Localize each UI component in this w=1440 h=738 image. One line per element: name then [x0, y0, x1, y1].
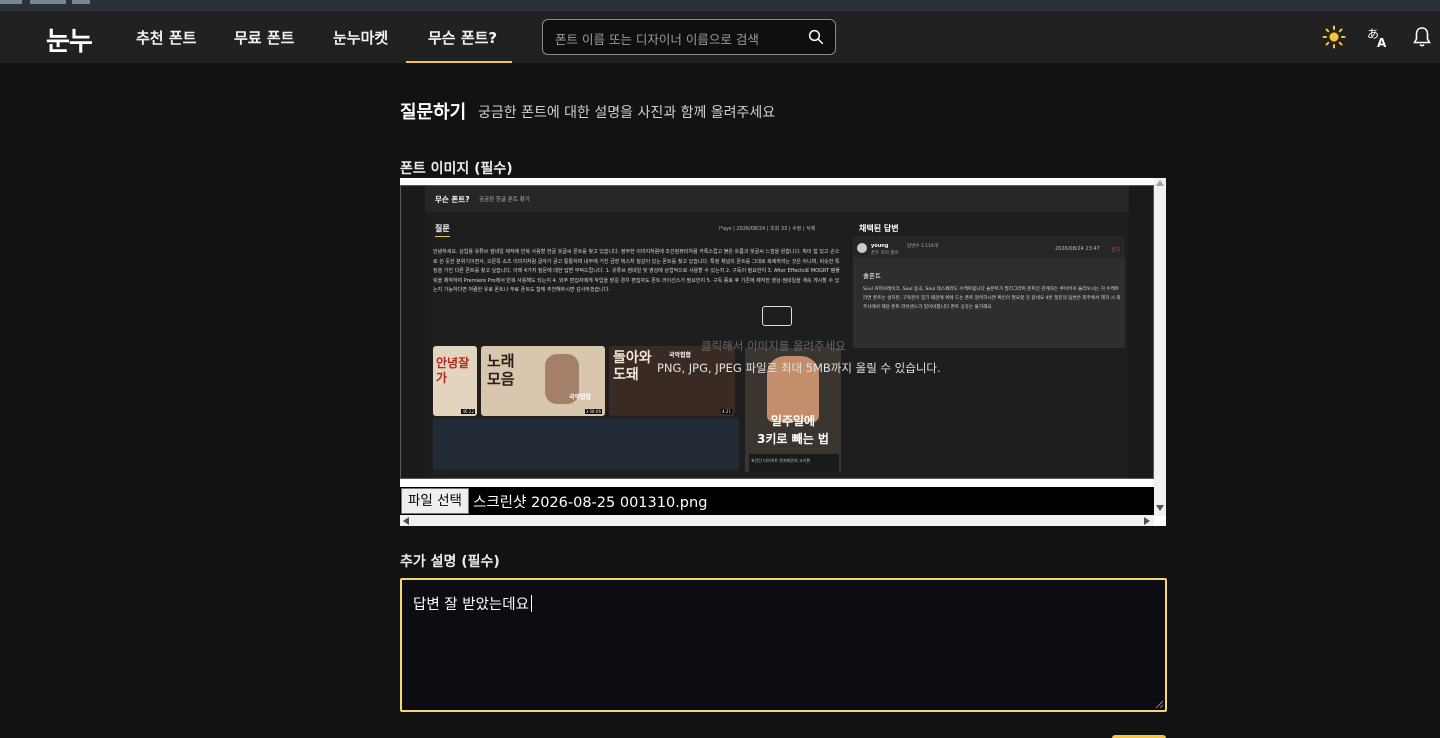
thumb-title: 안녕잘가 [436, 356, 470, 385]
vertical-scrollbar[interactable] [1154, 178, 1166, 516]
image-upload-box[interactable]: 무슨 폰트? 궁금한 한글 폰트 찾기 질문 l*ays | 2026/08/2… [400, 178, 1166, 526]
scroll-left-icon[interactable] [403, 517, 409, 525]
page-subtitle: 궁금한 폰트에 대한 설명을 사진과 함께 올려주세요 [478, 105, 776, 121]
description-textarea[interactable]: 답변 잘 받았는데요 [400, 578, 1167, 712]
strip-mark [0, 0, 22, 4]
preview-meta: l*ays | 2026/08/24 | 조회 33 | 수정 | 삭제 [719, 226, 816, 232]
thumbnail: 노래모음 국악힙합 3:08:06 [481, 346, 605, 416]
file-input-row: 파일 선택 스크린샷 2026-08-25 001310.png [400, 487, 1154, 515]
image-preview: 무슨 폰트? 궁금한 한글 폰트 찾기 질문 l*ays | 2026/08/2… [400, 185, 1154, 479]
thumb-duration: 3:08:06 [584, 409, 602, 414]
preview-question-text: 안녕하세요. 상업용 유튜브 썸네일 제작에 반복 사용할 한글 붓글씨 폰트를… [433, 249, 840, 293]
preview-screenshot: 무슨 폰트? 궁금한 한글 폰트 찾기 질문 l*ays | 2026/08/2… [425, 186, 1129, 478]
thumb-duration: 4:21 [721, 409, 732, 414]
nav-what-font[interactable]: 무슨 폰트? [406, 27, 512, 63]
preview-answer-card: young 답변수 3.11K개 폰트 조아 짱이 2026/08/24 23:… [853, 236, 1125, 348]
description-field-label: 추가 설명 (필수) [400, 554, 500, 570]
preview-answer-tab: 채택된 답변 [859, 223, 899, 237]
ad-headline-2: 3키로 빼는 법 [757, 432, 829, 446]
ad-caption: 초간단 다이어트 한지피민지 고기편 [751, 458, 811, 463]
site-header: 눈누 추천 폰트 무료 폰트 눈누마켓 무슨 폰트? 폰트 이름 또는 디자이너… [0, 11, 1440, 63]
ad-headline-1: 일주일에 [770, 414, 816, 428]
search-icon[interactable] [807, 28, 825, 46]
browser-strip [0, 0, 1440, 11]
strip-mark [30, 0, 66, 4]
image-field-label: 폰트 이미지 (필수) [400, 161, 513, 177]
nav-market[interactable]: 눈누마켓 [333, 27, 388, 63]
thumb-subtitle: 국악힙합 [569, 394, 592, 401]
thumb-title: 노래모음 [487, 352, 515, 388]
thumb-duration: 46:22 [461, 409, 475, 414]
nav-recommended[interactable]: 추천 폰트 [136, 27, 196, 63]
description-value: 답변 잘 받았는데요 [413, 593, 532, 614]
sun-icon[interactable] [1322, 24, 1346, 50]
scroll-down-icon[interactable] [1156, 505, 1164, 511]
file-select-button[interactable]: 파일 선택 [401, 488, 469, 514]
ad-caption-bar: 초간단 다이어트 한지피민지 고기편 [749, 454, 839, 472]
preview-header: 무슨 폰트? 궁금한 한글 폰트 찾기 [425, 186, 1129, 212]
answer-report: 신고 [1111, 247, 1121, 253]
answer-date: 2026/08/24 23:47 [1055, 246, 1100, 252]
upload-hint: 클릭해서 이미지를 올려주세요 [701, 339, 846, 353]
thumbnail: 돌아와도돼 국악힙합 4:21 [609, 346, 735, 416]
thumb-subtitle: 국악힙합 [669, 352, 692, 359]
bell-icon[interactable] [1410, 24, 1434, 50]
search-input[interactable]: 폰트 이름 또는 디자이너 이름으로 검색 [542, 19, 836, 55]
thumbnail: 안녕잘가 46:22 [433, 346, 477, 416]
scroll-right-icon[interactable] [1144, 517, 1150, 525]
resize-handle-icon[interactable] [1155, 700, 1163, 708]
answer-body: 솔폰트 Soul 커피브레이크, Soul 용곡, Soul 데스페라도 수케트… [853, 258, 1125, 348]
preview-lower-panel [433, 418, 739, 470]
answer-user-sub: 답변수 3.11K개 [907, 244, 938, 249]
upload-limit-hint: PNG, JPG, JPEG 파일로 최대 5MB까지 올릴 수 있습니다. [657, 361, 941, 375]
answer-user: young [871, 243, 889, 249]
thumb-title: 돌아와도돼 [613, 350, 652, 383]
search-placeholder: 폰트 이름 또는 디자이너 이름으로 검색 [555, 32, 759, 47]
upload-icon [762, 306, 792, 326]
text-caret [530, 595, 532, 612]
page-title: 질문하기 [400, 102, 467, 123]
site-logo[interactable]: 눈누 [46, 21, 93, 58]
translate-icon[interactable]: あ A [1366, 24, 1390, 50]
preview-title: 무슨 폰트? [435, 195, 470, 204]
description-text: 답변 잘 받았는데요 [413, 597, 529, 613]
avatar [857, 243, 867, 253]
answer-text: Soul 커피브레이크, Soul 용곡, Soul 데스페라도 수케트립니다 … [863, 287, 1121, 310]
file-name: 스크린샷 2026-08-25 001310.png [473, 495, 708, 511]
strip-mark [72, 0, 90, 4]
answer-user-note: 폰트 조아 짱이 [871, 251, 899, 256]
preview-subtitle: 궁금한 한글 폰트 찾기 [479, 197, 530, 203]
scroll-up-icon[interactable] [1156, 180, 1164, 186]
horizontal-scrollbar[interactable] [400, 515, 1154, 526]
svg-text:A: A [1377, 36, 1387, 50]
preview-question-tab: 질문 [435, 223, 450, 237]
nav-free[interactable]: 무료 폰트 [234, 27, 294, 63]
answer-font-name: 솔폰트 [863, 272, 881, 280]
